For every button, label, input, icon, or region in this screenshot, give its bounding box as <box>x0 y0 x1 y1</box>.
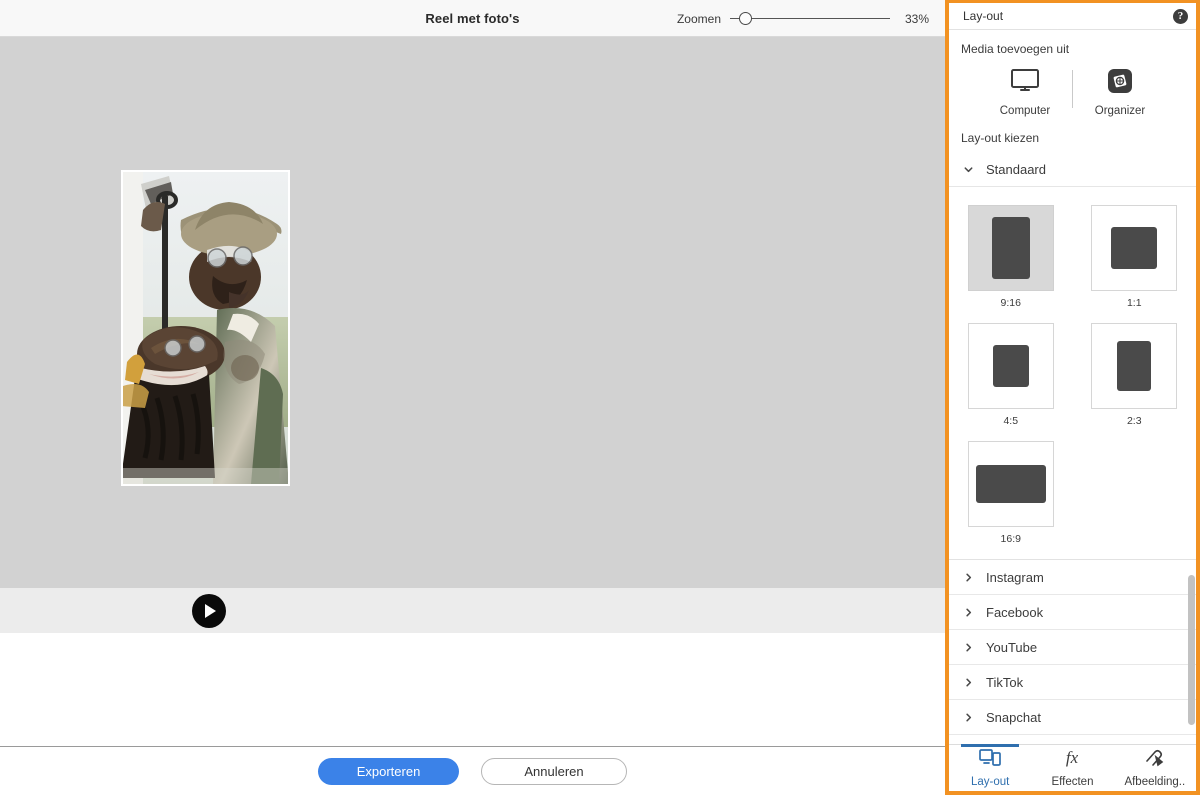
panel-tab-bar: Lay-out fx Effecten Afbeelding.. <box>949 744 1196 791</box>
tab-layout-label: Lay-out <box>970 776 1010 788</box>
zoom-slider-handle[interactable] <box>739 12 752 25</box>
tab-effects[interactable]: fx Effecten <box>1031 745 1113 791</box>
zoom-control-group: Zoomen 33% <box>677 0 929 37</box>
choose-layout-label: Lay-out kiezen <box>961 131 1040 145</box>
layout-option-16-9[interactable]: 16:9 <box>949 433 1073 551</box>
panel-header: Lay-out ? <box>949 3 1196 30</box>
layout-shape <box>992 345 1029 387</box>
layout-icon <box>979 748 1002 772</box>
chevron-right-icon <box>966 643 972 651</box>
svg-text:fx: fx <box>1066 748 1079 767</box>
tab-effects-label: Effecten <box>1051 776 1094 788</box>
organizer-icon <box>1107 68 1133 99</box>
panel-scrollbar-thumb[interactable] <box>1188 575 1195 725</box>
layout-caption-1-1: 1:1 <box>1126 297 1142 309</box>
tab-image[interactable]: Afbeelding.. <box>1114 745 1196 791</box>
layout-shape <box>1117 341 1152 391</box>
chevron-down-icon <box>964 167 973 173</box>
tab-image-label: Afbeelding.. <box>1124 776 1186 788</box>
category-instagram[interactable]: Instagram <box>949 560 1196 595</box>
media-source-organizer-label: Organizer <box>1094 105 1146 117</box>
zoom-slider-track <box>730 18 890 19</box>
media-source-computer-label: Computer <box>999 105 1051 117</box>
layout-panel: Lay-out ? Media toevoegen uit Computer O… <box>945 0 1200 795</box>
category-snapchat-label: Snapchat <box>986 709 1041 725</box>
panel-body: Media toevoegen uit Computer Organizer L… <box>949 30 1196 750</box>
layout-shape <box>991 217 1030 279</box>
photo-illustration <box>123 172 288 484</box>
layout-shape <box>975 465 1046 503</box>
layout-option-1-1[interactable]: 1:1 <box>1073 197 1197 315</box>
category-instagram-label: Instagram <box>986 569 1044 585</box>
category-youtube-label: YouTube <box>986 639 1038 655</box>
preview-canvas[interactable] <box>0 37 945 588</box>
accordion-standaard[interactable]: Standaard <box>949 153 1196 187</box>
media-section-label: Media toevoegen uit <box>961 42 1070 56</box>
media-source-divider <box>1072 70 1073 108</box>
layout-shape <box>1111 227 1158 269</box>
monitor-icon <box>1010 68 1040 99</box>
fx-icon: fx <box>1060 748 1084 772</box>
zoom-label: Zoomen <box>676 11 721 26</box>
editor-footer: Exporteren Annuleren <box>0 746 945 795</box>
retouch-icon <box>1144 748 1166 772</box>
play-icon[interactable] <box>192 594 226 628</box>
layout-preview-1-1 <box>1091 205 1178 291</box>
media-source-computer[interactable]: Computer <box>986 68 1064 117</box>
zoom-slider[interactable] <box>730 12 890 26</box>
panel-scrollbar[interactable] <box>1188 30 1195 750</box>
layout-option-9-16[interactable]: 9:16 <box>949 197 1073 315</box>
media-source-row: Computer Organizer <box>949 56 1196 117</box>
play-triangle <box>205 604 216 618</box>
layout-preview-2-3 <box>1091 323 1178 409</box>
export-button[interactable]: Exporteren <box>318 757 459 785</box>
accordion-standaard-label: Standaard <box>986 162 1046 177</box>
layout-caption-2-3: 2:3 <box>1126 415 1142 427</box>
player-bar <box>0 588 945 633</box>
layout-option-4-5[interactable]: 4:5 <box>949 315 1073 433</box>
layout-preview-16-9 <box>967 441 1054 527</box>
help-icon[interactable]: ? <box>1173 8 1188 24</box>
chevron-right-icon <box>966 678 972 686</box>
cancel-button[interactable]: Annuleren <box>481 757 627 785</box>
layout-thumbnail-grid: 9:16 1:1 4:5 2:3 16:9 <box>949 187 1196 560</box>
category-tiktok-label: TikTok <box>986 674 1024 690</box>
category-youtube[interactable]: YouTube <box>949 630 1196 665</box>
zoom-percentage: 33% <box>904 11 929 26</box>
layout-caption-4-5: 4:5 <box>1003 415 1019 427</box>
layout-option-2-3[interactable]: 2:3 <box>1073 315 1197 433</box>
category-snapchat[interactable]: Snapchat <box>949 700 1196 735</box>
category-facebook[interactable]: Facebook <box>949 595 1196 630</box>
category-tiktok[interactable]: TikTok <box>949 665 1196 700</box>
panel-title: Lay-out <box>963 9 1004 23</box>
layout-preview-9-16 <box>967 205 1054 291</box>
photo-thumbnail <box>123 172 288 484</box>
app-root: Reel met foto's Zoomen 33% Exporteren An… <box>0 0 1200 795</box>
editor-area: Reel met foto's Zoomen 33% Exporteren An… <box>0 0 945 795</box>
media-item[interactable] <box>121 170 290 486</box>
layout-preview-4-5 <box>967 323 1054 409</box>
chevron-right-icon <box>966 573 972 581</box>
chevron-right-icon <box>966 713 972 721</box>
media-source-organizer[interactable]: Organizer <box>1081 68 1159 117</box>
category-facebook-label: Facebook <box>986 604 1044 620</box>
layout-caption-9-16: 9:16 <box>1000 297 1021 309</box>
layout-caption-16-9: 16:9 <box>1000 533 1021 545</box>
chevron-right-icon <box>966 608 972 616</box>
top-toolbar: Reel met foto's Zoomen 33% <box>0 0 945 37</box>
tab-layout[interactable]: Lay-out <box>949 744 1031 791</box>
